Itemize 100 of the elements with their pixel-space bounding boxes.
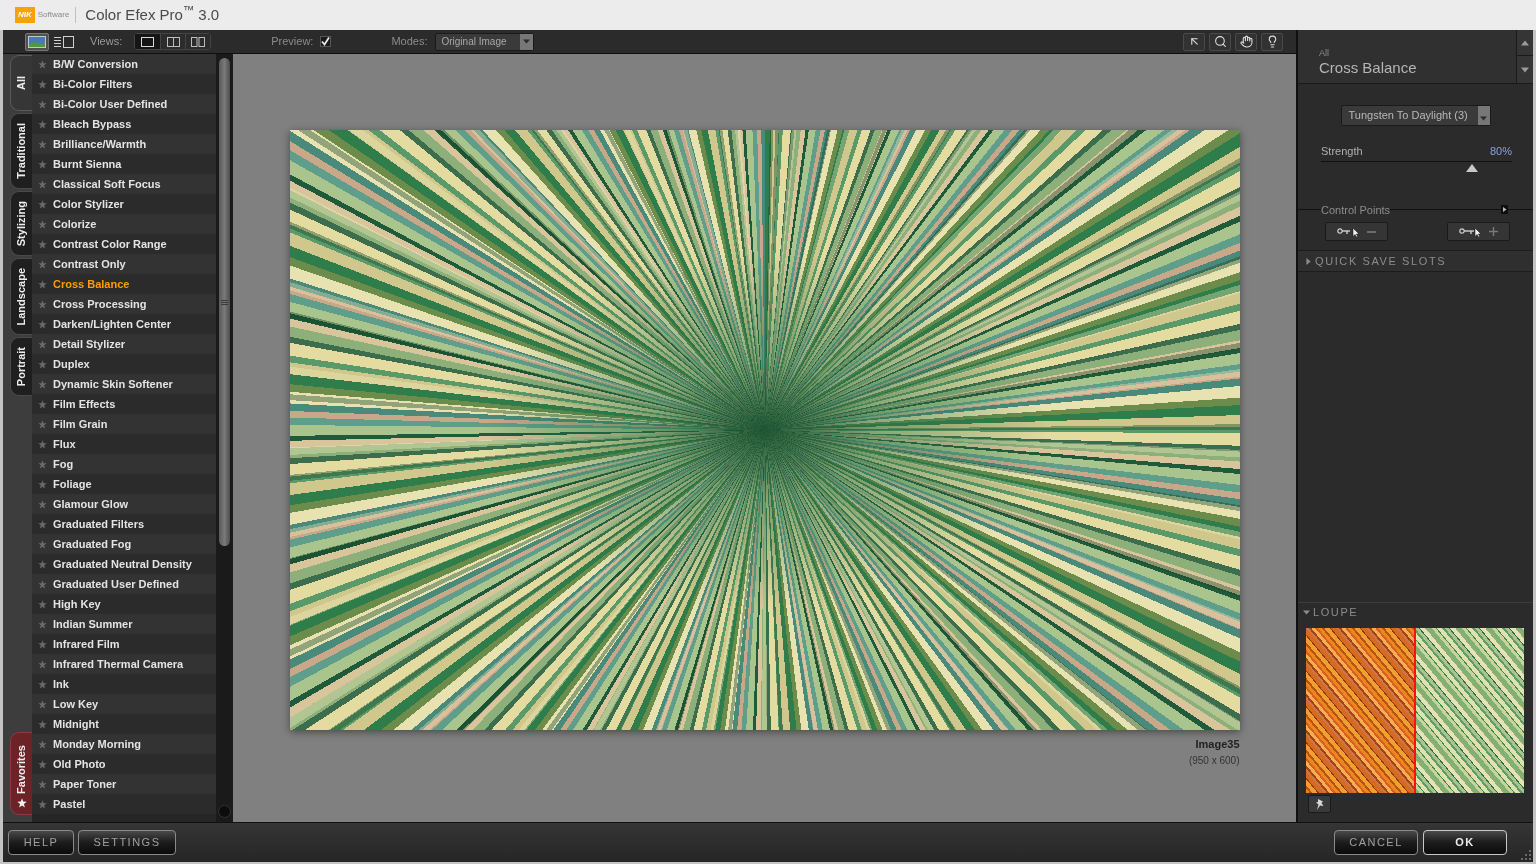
filter-list-item[interactable]: Ink <box>32 674 216 694</box>
filter-list-item[interactable]: Bi-Color User Defined <box>32 94 216 114</box>
tool-button[interactable] <box>1261 32 1283 51</box>
filter-list-item[interactable]: Detail Stylizer <box>32 334 216 354</box>
category-tab[interactable]: Landscape <box>10 257 32 336</box>
previous-filter-button[interactable] <box>1517 30 1533 56</box>
star-icon <box>38 439 47 449</box>
star-icon <box>38 119 47 129</box>
help-button[interactable]: HELP <box>8 830 74 855</box>
grip-lines-icon <box>221 299 228 305</box>
key-pointer-icon <box>1337 226 1361 237</box>
star-icon <box>16 798 27 808</box>
filter-list-item[interactable]: Classical Soft Focus <box>32 174 216 194</box>
star-icon <box>38 539 47 549</box>
dropdown-arrow-icon <box>523 38 531 45</box>
resize-grip-icon[interactable] <box>1521 850 1531 860</box>
quick-save-slots-header[interactable]: QUICK SAVE SLOTS <box>1298 250 1533 272</box>
loupe-header[interactable]: LOUPE <box>1298 602 1533 622</box>
search-icon <box>1213 35 1227 48</box>
layout-button[interactable] <box>25 32 49 51</box>
star-icon <box>38 479 47 489</box>
settings-button[interactable]: SETTINGS <box>78 830 176 855</box>
filter-list-item[interactable]: Cross Balance <box>32 274 216 294</box>
ok-button[interactable]: OK <box>1423 830 1507 855</box>
star-icon <box>38 399 47 409</box>
star-icon <box>38 99 47 109</box>
star-icon <box>38 339 47 349</box>
preset-dropdown[interactable]: Tungsten To Daylight (3) <box>1340 105 1491 126</box>
filter-list-item[interactable]: Dynamic Skin Softener <box>32 374 216 394</box>
filter-list-item[interactable]: Flux <box>32 434 216 454</box>
filter-list-item[interactable]: High Key <box>32 594 216 614</box>
preview-label: Preview: <box>271 34 314 50</box>
filter-list-item[interactable]: Infrared Thermal Camera <box>32 654 216 674</box>
view-mode-button[interactable] <box>185 34 211 49</box>
filter-list-item[interactable]: Glamour Glow <box>32 494 216 514</box>
tool-button[interactable] <box>1183 32 1205 51</box>
modes-dropdown[interactable]: Original Image <box>435 32 535 51</box>
star-icon <box>38 459 47 469</box>
star-icon <box>38 619 47 629</box>
filter-list-item[interactable]: Cross Processing <box>32 294 216 314</box>
view-mode-button[interactable] <box>160 34 186 49</box>
category-tab[interactable]: Stylizing <box>10 190 32 256</box>
cancel-button[interactable]: CANCEL <box>1334 830 1418 855</box>
down-triangle-icon <box>1521 65 1529 74</box>
filter-list-item[interactable]: Duplex <box>32 354 216 374</box>
filter-list-item[interactable]: Low Key <box>32 694 216 714</box>
star-icon <box>38 219 47 229</box>
filter-list-item[interactable]: Graduated User Defined <box>32 574 216 594</box>
filter-list-item[interactable]: Pastel <box>32 794 216 814</box>
filter-list-item[interactable]: Graduated Filters <box>32 514 216 534</box>
filter-list-item[interactable]: Darken/Lighten Center <box>32 314 216 334</box>
strength-slider-track[interactable] <box>1321 160 1512 173</box>
filter-list-item[interactable]: B/W Conversion <box>32 54 216 74</box>
pin-loupe-button[interactable] <box>1308 795 1331 813</box>
right-triangle-icon[interactable] <box>1501 205 1508 215</box>
slider-thumb-icon[interactable] <box>1465 163 1478 172</box>
filter-list-item[interactable]: Midnight <box>32 714 216 734</box>
tool-button[interactable] <box>1235 32 1257 51</box>
star-icon <box>38 159 47 169</box>
dropdown-arrow-icon <box>1480 115 1487 122</box>
filter-list-item[interactable]: Bleach Bypass <box>32 114 216 134</box>
filter-list-item[interactable]: Colorize <box>32 214 216 234</box>
star-icon <box>38 799 47 809</box>
image-name: Image35 <box>1195 737 1240 752</box>
favorites-tab[interactable]: Favorites <box>10 732 32 815</box>
filter-list-item[interactable]: Contrast Only <box>32 254 216 274</box>
filter-list-item[interactable]: Bi-Color Filters <box>32 74 216 94</box>
filter-list-item[interactable]: Contrast Color Range <box>32 234 216 254</box>
filter-list-item[interactable]: Indian Summer <box>32 614 216 634</box>
filter-list-item[interactable]: Paper Toner <box>32 774 216 794</box>
filter-list-item[interactable]: Film Effects <box>32 394 216 414</box>
scrollbar-thumb[interactable] <box>219 58 230 546</box>
filter-list-item[interactable]: Film Grain <box>32 414 216 434</box>
filter-list-item[interactable]: Burnt Sienna <box>32 154 216 174</box>
add-control-point-button[interactable] <box>1447 222 1510 241</box>
category-tab[interactable]: Portrait <box>10 337 32 397</box>
filter-list-item[interactable]: Old Photo <box>32 754 216 774</box>
filter-list-item[interactable]: Graduated Fog <box>32 534 216 554</box>
star-icon <box>38 599 47 609</box>
filter-list-item[interactable]: Fog <box>32 454 216 474</box>
filter-list-item[interactable]: Color Stylizer <box>32 194 216 214</box>
remove-control-point-button[interactable] <box>1325 222 1388 241</box>
filter-list-item[interactable]: Brilliance/Warmth <box>32 134 216 154</box>
next-filter-button[interactable] <box>1517 56 1533 83</box>
star-icon <box>38 739 47 749</box>
view-mode-button[interactable] <box>135 34 161 49</box>
category-tab[interactable]: All <box>10 55 32 111</box>
star-icon <box>38 199 47 209</box>
filter-list-item[interactable]: Foliage <box>32 474 216 494</box>
tool-button[interactable] <box>1209 32 1231 51</box>
strength-value: 80% <box>1489 144 1512 159</box>
filter-list-item[interactable]: Monday Morning <box>32 734 216 754</box>
up-triangle-icon <box>1521 38 1529 47</box>
star-icon <box>38 359 47 369</box>
star-icon <box>38 759 47 769</box>
preview-checkbox[interactable] <box>320 36 332 47</box>
category-tab[interactable]: Traditional <box>10 113 32 189</box>
star-icon <box>38 259 47 269</box>
filter-list-item[interactable]: Graduated Neutral Density <box>32 554 216 574</box>
filter-list-item[interactable]: Infrared Film <box>32 634 216 654</box>
